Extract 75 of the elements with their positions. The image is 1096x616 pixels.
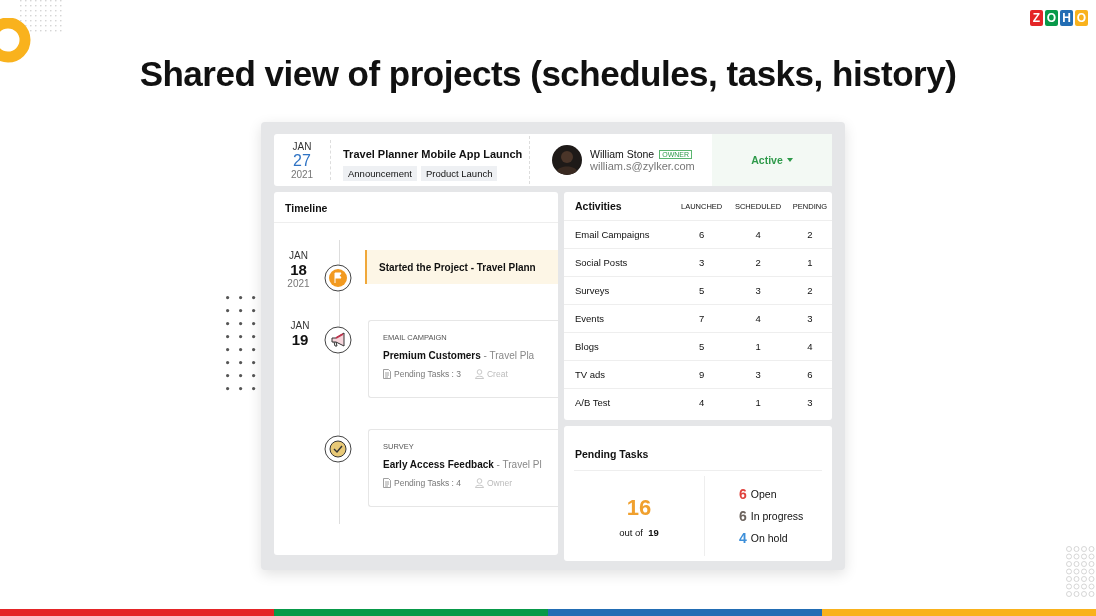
avatar xyxy=(552,145,582,175)
logo-tile: Z xyxy=(1030,10,1043,26)
megaphone-icon xyxy=(324,326,352,354)
status-label: Open xyxy=(750,488,777,500)
tag: Product Launch xyxy=(420,166,498,181)
status-count: 4 xyxy=(739,530,747,546)
milestone-title: Started the Project - Travel Plann xyxy=(379,261,536,273)
logo-tile: H xyxy=(1060,10,1073,26)
check-icon xyxy=(324,435,352,463)
owner-email: william.s@zylker.com xyxy=(590,160,695,172)
table-cell: 1 xyxy=(755,397,761,408)
table-cell: 3 xyxy=(807,397,813,408)
caret-icon xyxy=(786,158,793,162)
card-title: Activities xyxy=(575,200,622,212)
card-title: Timeline xyxy=(285,202,328,214)
tag: Announcement xyxy=(343,166,417,181)
date-day: 19 xyxy=(291,331,309,348)
table-cell: 3 xyxy=(698,257,705,268)
table-cell: 6 xyxy=(698,229,705,240)
dot-grid-drawing xyxy=(1066,546,1096,598)
date-month: JAN xyxy=(292,140,312,152)
logo-tile: O xyxy=(1075,10,1088,26)
table-cell: Email Campaigns xyxy=(575,229,650,240)
activity-title: Premium Customers - Travel Pla xyxy=(383,350,536,361)
status-label: In progress xyxy=(750,510,804,522)
dot-grid-drawing xyxy=(20,0,62,34)
table-cell: A/B Test xyxy=(575,397,611,408)
pending-total: 16 xyxy=(626,494,652,521)
user-icon xyxy=(474,478,484,488)
table-cell: 5 xyxy=(698,341,705,352)
table-cell: 1 xyxy=(807,257,813,268)
table-cell: 2 xyxy=(807,229,813,240)
document-icon xyxy=(383,369,391,379)
table-cell: 4 xyxy=(755,313,761,324)
table-cell: Blogs xyxy=(575,341,599,352)
table-cell: Events xyxy=(575,313,605,324)
table-cell: Surveys xyxy=(575,285,610,296)
user-icon xyxy=(474,369,484,379)
card-title: Pending Tasks xyxy=(575,448,649,460)
date-year: 2021 xyxy=(290,168,314,180)
pending-tasks-count: Pending Tasks : 3 xyxy=(394,369,461,379)
table-cell: 3 xyxy=(807,313,813,324)
table-cell: 4 xyxy=(755,229,761,240)
table-cell: 4 xyxy=(698,397,705,408)
date-day: 27 xyxy=(293,151,311,169)
table-cell: 2 xyxy=(807,285,813,296)
table-cell: 4 xyxy=(807,341,813,352)
flag-icon xyxy=(324,264,352,292)
table-cell: 6 xyxy=(807,369,813,380)
pending-tasks-count: Pending Tasks : 4 xyxy=(394,478,461,488)
status-count: 6 xyxy=(739,486,747,502)
table-cell: 3 xyxy=(755,369,761,380)
document-icon xyxy=(383,478,391,488)
table-cell: 3 xyxy=(755,285,761,296)
table-cell: 9 xyxy=(698,369,705,380)
person-label: Owner xyxy=(486,478,512,488)
table-cell: TV ads xyxy=(575,369,606,380)
owner-name: William Stone xyxy=(590,148,655,160)
date-day: 18 xyxy=(290,261,307,278)
table-cell: 7 xyxy=(698,313,705,324)
date-year: 2021 xyxy=(287,278,310,289)
slide-title: Shared view of projects (schedules, tasks, history) xyxy=(139,54,957,93)
out-of-text: out of 19 xyxy=(619,526,659,538)
table-cell: 5 xyxy=(698,285,705,296)
status-count: 6 xyxy=(739,508,747,524)
person-label: Creat xyxy=(486,369,508,379)
date-month: JAN xyxy=(290,320,310,331)
activity-title: Early Access Feedback - Travel Pl xyxy=(383,459,543,470)
date-month: JAN xyxy=(289,250,308,261)
status-label: On hold xyxy=(750,532,788,544)
table-cell: 2 xyxy=(755,257,761,268)
table-cell: Social Posts xyxy=(575,257,628,268)
project-title: Travel Planner Mobile App Launch xyxy=(343,147,523,162)
table-cell: 1 xyxy=(755,341,761,352)
logo-tile: O xyxy=(1045,10,1058,26)
